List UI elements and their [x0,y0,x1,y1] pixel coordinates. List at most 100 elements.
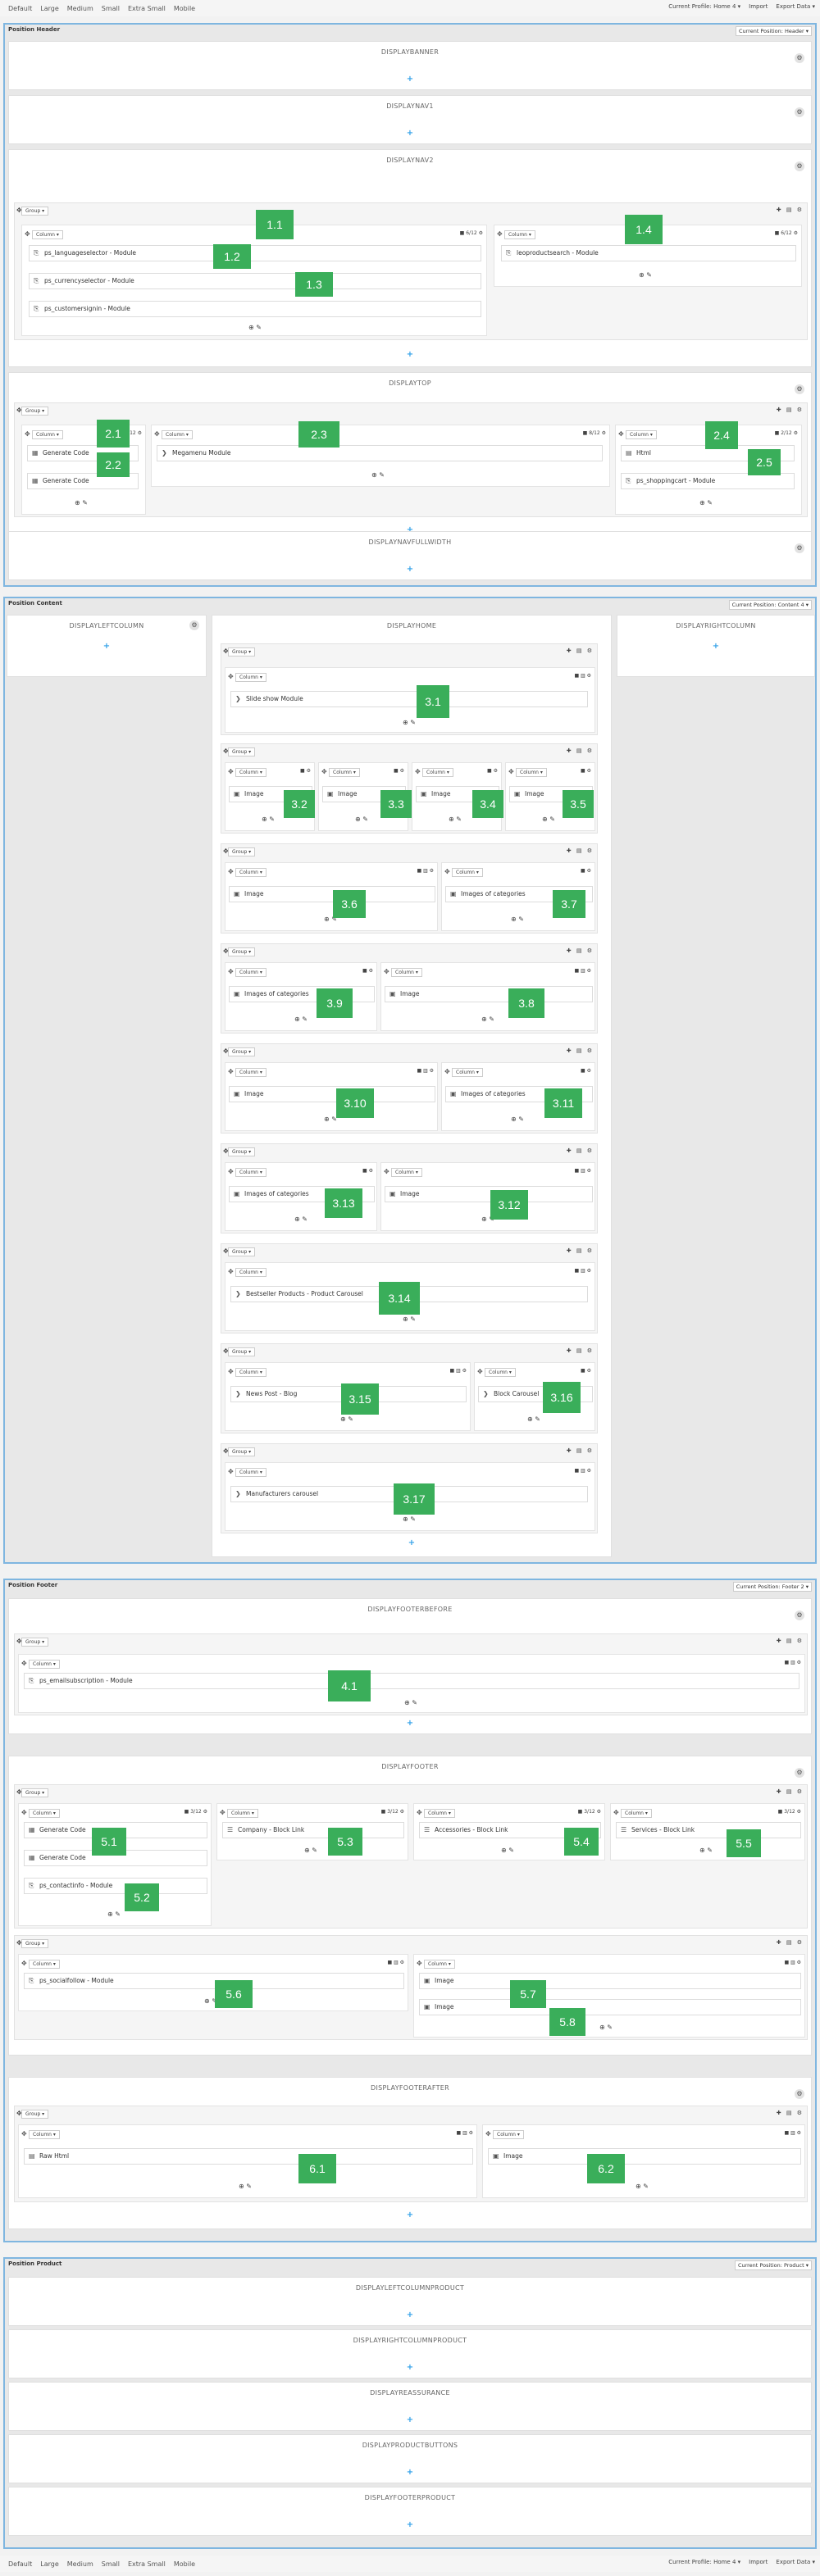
column-button[interactable]: Column ▾ [29,2130,60,2139]
column-button[interactable]: Column ▾ [391,968,422,977]
module-row[interactable]: ▣ Image [385,1186,593,1202]
move-icon[interactable]: ✥ [384,1168,390,1175]
column-actions[interactable]: ■ 6/12 ⚙ [460,230,483,236]
device-default[interactable]: Default [8,5,32,12]
move-icon[interactable]: ✥ [228,1068,234,1075]
column-button[interactable]: Column ▾ [621,1809,652,1818]
device-large[interactable]: Large [40,5,59,12]
gear-icon[interactable]: ⚙ [795,53,804,63]
device-small[interactable]: Small [102,2560,120,2568]
column-button[interactable]: Column ▾ [235,1468,266,1477]
group-button[interactable]: Group ▾ [228,1047,256,1056]
column-footer-icons[interactable]: ⊕ ✎ [403,719,416,726]
column-footer-icons[interactable]: ⊕ ✎ [403,1315,416,1323]
group-actions[interactable]: ✚ ▤ ⚙ [777,407,804,413]
position-select[interactable]: Current Position: Header ▾ [735,26,812,36]
column-footer-icons[interactable]: ⊕ ✎ [527,1415,540,1423]
column-actions[interactable]: ■ ▥ ⚙ [784,2130,801,2136]
column-button[interactable]: Column ▾ [235,868,266,877]
column-button[interactable]: Column ▾ [235,1368,266,1377]
move-icon[interactable]: ✥ [21,1809,27,1816]
device-medium[interactable]: Medium [67,5,93,12]
column-actions[interactable]: ■ ▥ ⚙ [417,868,434,874]
group-button[interactable]: Group ▾ [228,847,256,856]
group-button[interactable]: Group ▾ [228,947,256,956]
column-footer-icons[interactable]: ⊕ ✎ [294,1015,308,1023]
column-actions[interactable]: ■ ⚙ [362,1168,373,1174]
move-icon[interactable]: ✥ [228,1468,234,1475]
column-button[interactable]: Column ▾ [626,430,657,439]
column-button[interactable]: Column ▾ [29,1809,60,1818]
column-footer-icons[interactable]: ⊕ ✎ [599,2024,613,2031]
column-footer-icons[interactable]: ⊕ ✎ [699,499,713,507]
profile-select[interactable]: Current Profile: Home 4 ▾ [668,2559,740,2565]
column-button[interactable]: Column ▾ [29,1660,60,1669]
export-button[interactable]: Export Data ▾ [776,3,815,10]
column-button[interactable]: Column ▾ [485,1368,516,1377]
move-icon[interactable]: ✥ [613,1809,619,1816]
move-icon[interactable]: ✥ [154,430,160,438]
column-actions[interactable]: ■ ▥ ⚙ [784,1660,801,1665]
add-group-icon[interactable]: + [406,2310,414,2319]
gear-icon[interactable]: ⚙ [189,620,199,630]
module-row[interactable]: ❯ Slide show Module [230,691,588,707]
add-group-icon[interactable]: + [712,642,720,651]
move-icon[interactable]: ✥ [220,1809,226,1816]
group-button[interactable]: Group ▾ [21,1638,49,1647]
column-footer-icons[interactable]: ⊕ ✎ [542,816,555,823]
group-button[interactable]: Group ▾ [228,1147,256,1156]
column-footer-icons[interactable]: ⊕ ✎ [449,816,462,823]
column-button[interactable]: Column ▾ [235,1168,266,1177]
column-actions[interactable]: ■ 6/12 ⚙ [775,230,798,236]
column-button[interactable]: Column ▾ [504,230,535,239]
module-row[interactable]: ⎘ leoproductsearch - Module [501,245,796,261]
column-button[interactable]: Column ▾ [493,2130,524,2139]
add-group-icon[interactable]: + [406,129,414,138]
column-actions[interactable]: ■ ⚙ [394,768,404,774]
column-footer-icons[interactable]: ⊕ ✎ [404,1699,417,1706]
column-footer-icons[interactable]: ⊕ ✎ [403,1515,416,1523]
group-actions[interactable]: ✚ ▤ ⚙ [567,947,594,954]
group-actions[interactable]: ✚ ▤ ⚙ [567,847,594,854]
move-icon[interactable]: ✥ [444,868,450,875]
column-actions[interactable]: ■ 3/12 ⚙ [778,1809,801,1815]
group-button[interactable]: Group ▾ [21,1939,49,1948]
move-icon[interactable]: ✥ [497,230,503,238]
group-button[interactable]: Group ▾ [21,407,49,416]
column-actions[interactable]: ■ ▥ ⚙ [449,1368,467,1374]
move-icon[interactable]: ✥ [228,968,234,975]
column-actions[interactable]: ■ ⚙ [581,1368,591,1374]
column-actions[interactable]: ■ ⚙ [581,868,591,874]
group-button[interactable]: Group ▾ [21,2110,49,2119]
column-button[interactable]: Column ▾ [516,768,547,777]
column-button[interactable]: Column ▾ [452,868,483,877]
module-row[interactable]: ⎘ ps_currencyselector - Module [29,273,481,289]
move-icon[interactable]: ✥ [25,230,30,238]
move-icon[interactable]: ✥ [417,1960,422,1967]
column-footer-icons[interactable]: ⊕ ✎ [304,1847,317,1854]
column-actions[interactable]: ■ ⚙ [300,768,311,774]
device-small[interactable]: Small [102,5,120,12]
module-row[interactable]: ▣ Images of categories [229,986,375,1002]
device-mobile[interactable]: Mobile [174,2560,195,2568]
module-row[interactable]: ⎘ ps_socialfollow - Module [24,1973,404,1989]
profile-select[interactable]: Current Profile: Home 4 ▾ [668,3,740,10]
column-footer-icons[interactable]: ⊕ ✎ [107,1910,121,1918]
gear-icon[interactable]: ⚙ [795,1611,804,1620]
gear-icon[interactable]: ⚙ [795,543,804,553]
move-icon[interactable]: ✥ [384,968,390,975]
device-extra-small[interactable]: Extra Small [128,2560,166,2568]
column-button[interactable]: Column ▾ [424,1960,455,1969]
column-button[interactable]: Column ▾ [32,230,63,239]
column-actions[interactable]: ■ 3/12 ⚙ [184,1809,207,1815]
column-actions[interactable]: ■ 3/12 ⚙ [578,1809,601,1815]
group-actions[interactable]: ✚ ▤ ⚙ [567,1147,594,1154]
column-footer-icons[interactable]: ⊕ ✎ [639,271,652,279]
group-actions[interactable]: ✚ ▤ ⚙ [567,647,594,654]
add-group-icon[interactable]: + [406,350,414,359]
module-row[interactable]: ▣ Image [229,1086,435,1102]
column-footer-icons[interactable]: ⊕ ✎ [355,816,368,823]
column-actions[interactable]: ■ ▥ ⚙ [417,1068,434,1074]
move-icon[interactable]: ✥ [228,868,234,875]
group-actions[interactable]: ✚ ▤ ⚙ [567,1047,594,1054]
